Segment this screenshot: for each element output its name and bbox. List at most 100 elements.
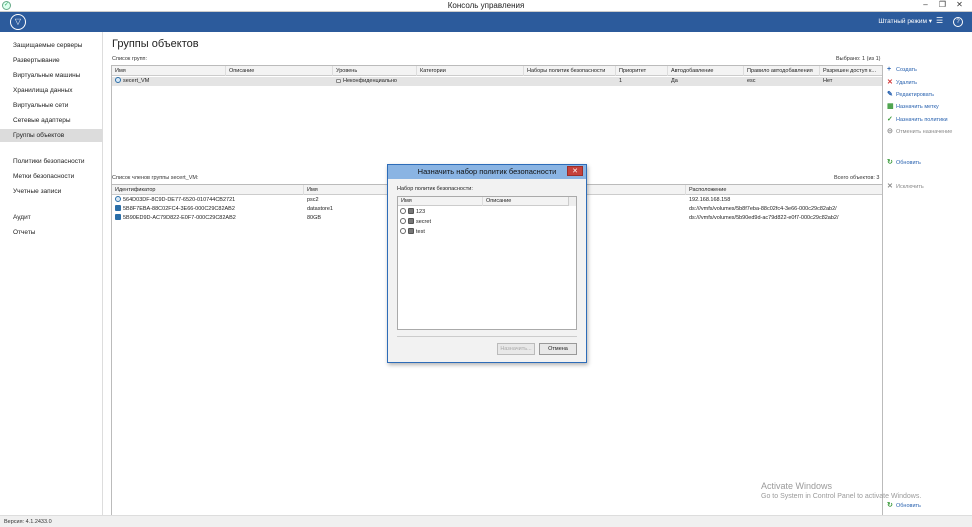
sidebar-item-datastores[interactable]: Хранилища данных <box>0 84 103 97</box>
cell-text: Неконфиденциально <box>343 78 397 84</box>
groups-list-label: Список групп: <box>112 56 148 62</box>
assign-label-action[interactable]: ▦ Назначить метку <box>887 102 939 112</box>
column-header[interactable]: Правило автодобавления <box>744 66 820 76</box>
cell-autoadd: Да <box>671 78 678 84</box>
vm-icon <box>115 196 121 202</box>
lock-icon <box>336 79 341 83</box>
sidebar-item-protected-servers[interactable]: Защищаемые серверы <box>0 39 103 52</box>
create-action[interactable]: + Создать <box>887 65 917 75</box>
column-header[interactable]: Идентификатор <box>112 185 304 195</box>
delete-action[interactable]: ✕ Удалить <box>887 78 917 88</box>
policy-name: secret <box>416 219 431 225</box>
cell-text: 5B8F7EBA-88C02FC4-3E66-000C29C82AB2 <box>123 206 235 212</box>
refresh-bottom-action[interactable]: ↻ Обновить <box>887 501 921 511</box>
policy-icon <box>408 218 414 224</box>
sidebar-item-object-groups[interactable]: Группы объектов <box>0 129 103 142</box>
radio-button[interactable] <box>400 218 406 224</box>
status-bar: Версия: 4.1.2433.0 <box>0 515 972 527</box>
activation-watermark: Activate Windows Go to System in Control… <box>761 481 921 500</box>
column-header[interactable]: Описание <box>483 197 570 206</box>
actions-panel: + Создать ✕ Удалить ✎ Редактировать ▦ Назнач… <box>883 32 972 515</box>
column-header[interactable]: Категории <box>417 66 524 76</box>
policy-name: 123 <box>416 209 426 215</box>
version-text: Версия: 4.1.2433.0 <box>4 519 52 525</box>
scrollbar[interactable] <box>568 197 576 206</box>
column-header[interactable]: Расположение <box>686 185 882 195</box>
action-label: Исключить <box>896 184 924 190</box>
cell-id: 5B8F7EBA-88C02FC4-3E66-000C29C82AB2 <box>112 205 304 214</box>
list-item[interactable]: test <box>400 228 425 237</box>
settings-sliders-icon[interactable]: ☰ <box>936 16 943 25</box>
radio-button[interactable] <box>400 208 406 214</box>
maximize-button[interactable]: ❐ <box>934 0 951 11</box>
help-icon[interactable]: ? <box>953 17 963 27</box>
mode-selector[interactable]: Штатный режим ▾ <box>878 17 932 25</box>
cell-text: 564D03DF-8C9D-DE77-6520-010744CB2721 <box>123 197 236 203</box>
cancel-assign-action[interactable]: ⊝ Отменить назначение <box>887 127 952 137</box>
action-label: Создать <box>896 67 917 73</box>
refresh-action[interactable]: ↻ Обновить <box>887 158 921 168</box>
close-button[interactable]: ✕ <box>951 0 968 11</box>
members-list-label: Список членов группы secert_VM: <box>112 175 199 181</box>
sidebar-item-deployment[interactable]: Развертывание <box>0 54 103 67</box>
sidebar-item-reports[interactable]: Отчеты <box>0 226 103 239</box>
cell-level: Неконфиденциально <box>333 77 417 86</box>
pencil-icon: ✎ <box>887 91 893 98</box>
minimize-button[interactable]: – <box>917 0 934 11</box>
cell-text: secert_VM <box>123 78 150 84</box>
cancel-circle-icon: ⊝ <box>887 128 893 135</box>
assign-policy-dialog: Назначить набор политик безопасности ✕ Н… <box>387 164 587 363</box>
sidebar-item-virtual-networks[interactable]: Виртуальные сети <box>0 99 103 112</box>
assign-button[interactable]: Назначить... <box>497 343 535 355</box>
exclude-action[interactable]: ✕ Исключить <box>887 182 924 192</box>
window-controls: – ❐ ✕ <box>917 0 968 12</box>
column-header[interactable]: Уровень <box>333 66 417 76</box>
list-item[interactable]: secret <box>400 218 431 227</box>
action-label: Обновить <box>896 503 921 509</box>
sidebar-item-security-labels[interactable]: Метки безопасности <box>0 170 103 183</box>
action-label: Редактировать <box>896 92 934 98</box>
table-row[interactable]: secert_VM Неконфиденциально 1 Да esc Нет <box>112 77 882 86</box>
sidebar-item-accounts[interactable]: Учетные записи <box>0 185 103 198</box>
datastore-icon <box>115 214 121 220</box>
radio-button[interactable] <box>400 228 406 234</box>
group-icon <box>115 77 121 83</box>
cell-location: 192.168.168.158 <box>689 197 731 203</box>
cell-location: ds:///vmfs/volumes/5b90ed9d-ac79d822-e0f… <box>689 215 839 221</box>
column-header[interactable]: Имя <box>112 66 226 76</box>
assign-policies-action[interactable]: ✓ Назначить политики <box>887 115 948 125</box>
groups-table-header: Имя Описание Уровень Категории Наборы по… <box>112 66 882 76</box>
column-header[interactable]: Приоритет <box>616 66 668 76</box>
cell-id: 564D03DF-8C9D-DE77-6520-010744CB2721 <box>112 196 304 205</box>
action-label: Обновить <box>896 160 921 166</box>
edit-action[interactable]: ✎ Редактировать <box>887 90 934 100</box>
column-header[interactable]: Описание <box>226 66 333 76</box>
sidebar-item-security-policies[interactable]: Политики безопасности <box>0 155 103 168</box>
window-titlebar: ✓ Консоль управления – ❐ ✕ <box>0 0 972 12</box>
policy-list-header: Имя Описание <box>398 197 570 206</box>
divider <box>397 336 577 337</box>
delete-x-icon: ✕ <box>887 79 893 86</box>
policy-name: test <box>416 229 425 235</box>
logo-icon: ▽ <box>10 14 26 30</box>
column-header[interactable]: Имя <box>398 197 483 206</box>
cell-location: ds:///vmfs/volumes/5b8f7eba-88c02fc4-3e6… <box>689 206 837 212</box>
cell-autoadd-rule: esc <box>747 78 756 84</box>
column-header[interactable]: Разрешен доступ к... <box>820 66 882 76</box>
action-label: Отменить назначение <box>896 129 953 135</box>
sidebar-item-virtual-machines[interactable]: Виртуальные машины <box>0 69 103 82</box>
column-header[interactable]: Автодобавление <box>668 66 744 76</box>
action-label: Назначить политики <box>896 117 948 123</box>
sidebar-item-network-adapters[interactable]: Сетевые адаптеры <box>0 114 103 127</box>
label-grid-icon: ▦ <box>887 103 894 110</box>
cell-access: Нет <box>823 78 833 84</box>
cancel-button[interactable]: Отмена <box>539 343 577 355</box>
list-item[interactable]: 123 <box>400 208 425 217</box>
policy-icon <box>408 208 414 214</box>
action-label: Удалить <box>896 80 917 86</box>
cell-name: secert_VM <box>112 77 226 86</box>
sidebar-item-audit[interactable]: Аудит <box>0 211 103 224</box>
column-header[interactable]: Наборы политик безопасности <box>524 66 616 76</box>
cell-priority: 1 <box>619 78 623 84</box>
dialog-close-button[interactable]: ✕ <box>567 166 583 176</box>
